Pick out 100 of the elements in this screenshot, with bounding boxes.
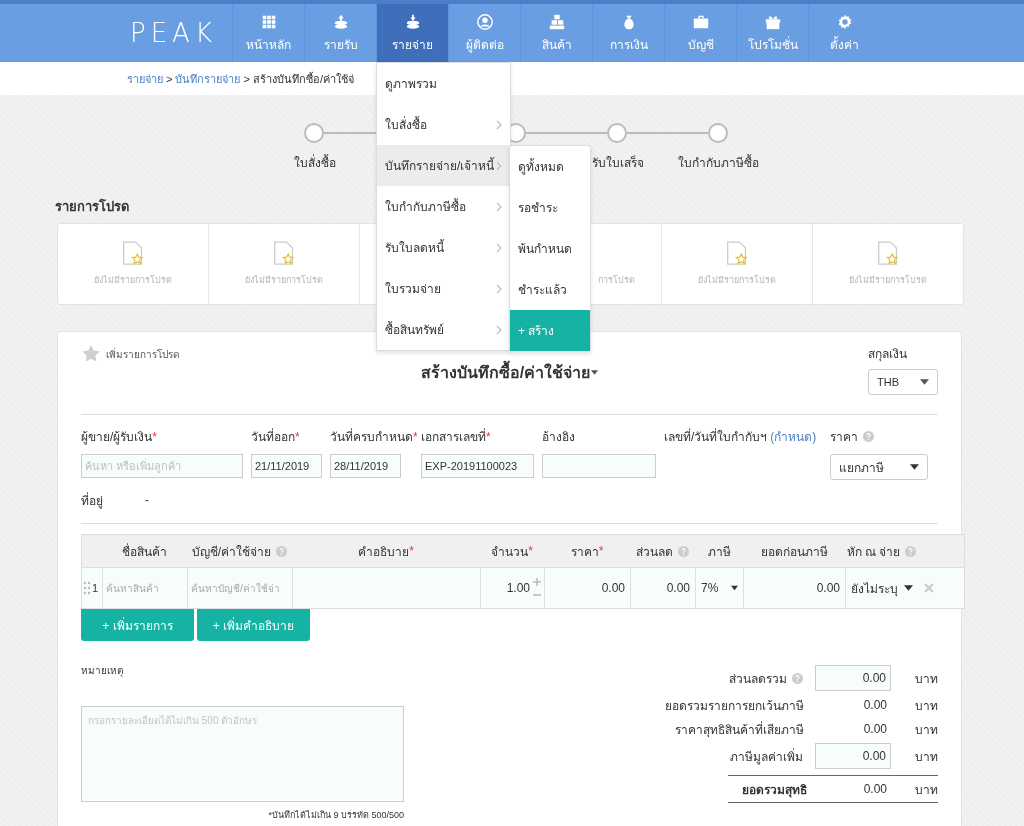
- menu-item[interactable]: ใบสั่งซื้อ: [377, 104, 510, 145]
- chevron-right-icon: [496, 242, 502, 253]
- text-field[interactable]: 21/11/2019: [251, 454, 322, 478]
- menu-item[interactable]: ดูภาพรวม: [377, 63, 510, 104]
- empty-favorite-text: ยังไม่มีรายการโปรด: [245, 274, 323, 287]
- document-star-icon: [273, 241, 295, 267]
- menu-item[interactable]: ใบกำกับภาษีซื้อ: [377, 186, 510, 227]
- help-icon: [678, 545, 689, 557]
- menu-item[interactable]: รอชำระ: [510, 187, 590, 228]
- breadcrumb-current: สร้างบันทึกซื้อ/ค่าใช้จ่: [252, 71, 354, 87]
- summary-label: ยอดรวมสุทธิ: [741, 781, 807, 799]
- column-header: บัญชี/ค่าใช้จ่าย: [191, 543, 272, 561]
- caret-icon: [731, 585, 738, 591]
- chevron-right-icon: [496, 324, 502, 335]
- field-label: หมายเหตุ: [81, 664, 124, 678]
- column-header: หัก ณ จ่าย: [846, 543, 901, 561]
- breadcrumb-link[interactable]: บันทึกรายจ่าย: [175, 69, 241, 88]
- chevron-right-icon: [496, 283, 502, 294]
- text-field[interactable]: 28/11/2019: [330, 454, 401, 478]
- help-icon: [905, 545, 917, 557]
- required-mark: *: [409, 544, 414, 558]
- field-label: สกุลเงิน: [868, 346, 908, 363]
- price-type-select[interactable]: แยกภาษี: [830, 454, 928, 480]
- summary-label: ราคาสุทธิสินค้าที่เสียภาษี: [674, 720, 804, 739]
- field-label: ราคา: [830, 429, 858, 446]
- breadcrumb-separator: >: [166, 72, 173, 85]
- chevron-right-icon: [496, 119, 502, 130]
- section-title: รายการโปรด: [55, 198, 129, 216]
- field-label: เอกสารเลขที่: [421, 427, 486, 446]
- document-star-icon: [726, 241, 748, 267]
- menu-item[interactable]: รับใบลดหนี้: [377, 227, 510, 268]
- summary-label: ภาษีมูลค่าเพิ่ม: [730, 747, 804, 766]
- required-mark: *: [295, 429, 300, 444]
- currency-select[interactable]: THB: [868, 369, 938, 395]
- empty-favorite-text: ยังไม่มีรายการโปรด: [849, 274, 927, 287]
- chevron-right-icon: [496, 160, 502, 171]
- amount-value: 0.00: [862, 782, 888, 796]
- column-header: ราคา: [570, 543, 599, 561]
- empty-favorite-text: การโปรด: [598, 274, 635, 287]
- caret-icon: [591, 370, 599, 375]
- field-label: ผู้ขาย/ผู้รับเงิน: [81, 429, 153, 446]
- drag-handle-icon[interactable]: [83, 581, 91, 595]
- menu-item[interactable]: ดูทั้งหมด: [510, 146, 590, 187]
- menu-item[interactable]: พ้นกำหนด: [510, 228, 590, 269]
- boxes-icon: [547, 12, 566, 31]
- currency-unit: บาท: [915, 781, 938, 799]
- summary-label: ส่วนลดรวม: [729, 670, 788, 688]
- help-icon: [792, 672, 804, 684]
- caret-icon: [904, 585, 913, 591]
- menu-item[interactable]: บันทึกรายจ่าย/เจ้าหนี้: [377, 145, 510, 186]
- caret-icon: [920, 379, 929, 385]
- set-link[interactable]: (กำหนด): [770, 427, 817, 446]
- required-mark: *: [598, 544, 604, 558]
- chevron-right-icon: [496, 201, 502, 212]
- field-label: วันที่ครบกำหนด: [330, 427, 413, 446]
- form-title[interactable]: สร้างบันทึกซื้อ/ค่าใช้จ่าย: [420, 360, 599, 385]
- help-icon: [276, 545, 288, 557]
- person-icon: [475, 12, 494, 31]
- amount-value: 0.00: [862, 698, 888, 712]
- column-header: ยอดก่อนภาษี: [760, 543, 828, 561]
- text-field[interactable]: [542, 454, 656, 478]
- quantity-value[interactable]: 1.00: [506, 581, 530, 595]
- help-icon: [863, 431, 874, 442]
- field-label: เลขที่/วันที่ใบกำกับฯ: [664, 427, 768, 446]
- document-star-icon: [122, 241, 144, 267]
- required-mark: *: [152, 429, 157, 444]
- breadcrumb-separator: >: [243, 72, 250, 85]
- field-label: วันที่ออก: [251, 427, 295, 446]
- empty-favorite-text: ยังไม่มีรายการโปรด: [94, 274, 172, 287]
- amount-field[interactable]: 0.00: [815, 665, 891, 691]
- menu-item[interactable]: ชำระแล้ว: [510, 269, 590, 310]
- currency-unit: บาท: [915, 721, 938, 739]
- address-value: -: [145, 493, 149, 507]
- notes-hint: *บันทึกได้ไม่เกิน 9 บรรทัด 500/500: [268, 809, 404, 822]
- delete-icon[interactable]: [924, 583, 934, 593]
- breadcrumb-link[interactable]: รายจ่าย: [127, 69, 163, 88]
- column-header: คำอธิบาย: [358, 543, 410, 561]
- caret-icon: [910, 464, 919, 470]
- empty-favorite-text: ยังไม่มีรายการโปรด: [698, 274, 776, 287]
- required-mark: *: [486, 429, 491, 444]
- step-label: ใบกำกับภาษีซื้อ: [678, 153, 759, 172]
- column-header: ชื่อสินค้า: [122, 542, 167, 561]
- required-mark: *: [413, 429, 418, 444]
- summary-label: ยอดรวมรายการยกเว้นภาษี: [664, 697, 804, 715]
- amount-field[interactable]: 0.00: [815, 743, 891, 769]
- text-field[interactable]: EXP-20191100023: [421, 454, 534, 478]
- column-header: จำนวน: [491, 543, 529, 561]
- document-star-icon: [877, 241, 899, 267]
- currency-unit: บาท: [915, 697, 938, 715]
- currency-unit: บาท: [915, 670, 938, 688]
- text-field[interactable]: ค้นหา หรือเพิ่มลูกค้า: [81, 454, 243, 478]
- column-header: ส่วนลด: [636, 543, 673, 561]
- nav-tab[interactable]: รายจ่าย: [376, 4, 448, 62]
- menu-item[interactable]: ใบรวมจ่าย: [377, 268, 510, 309]
- step-label: ใบสั่งซื้อ: [293, 153, 336, 172]
- amount-value: 0.00: [862, 722, 888, 736]
- column-header: ภาษี: [707, 543, 731, 561]
- row-number: 1: [92, 582, 100, 594]
- field-label: ที่อยู่: [81, 491, 104, 510]
- required-mark: *: [528, 544, 533, 558]
